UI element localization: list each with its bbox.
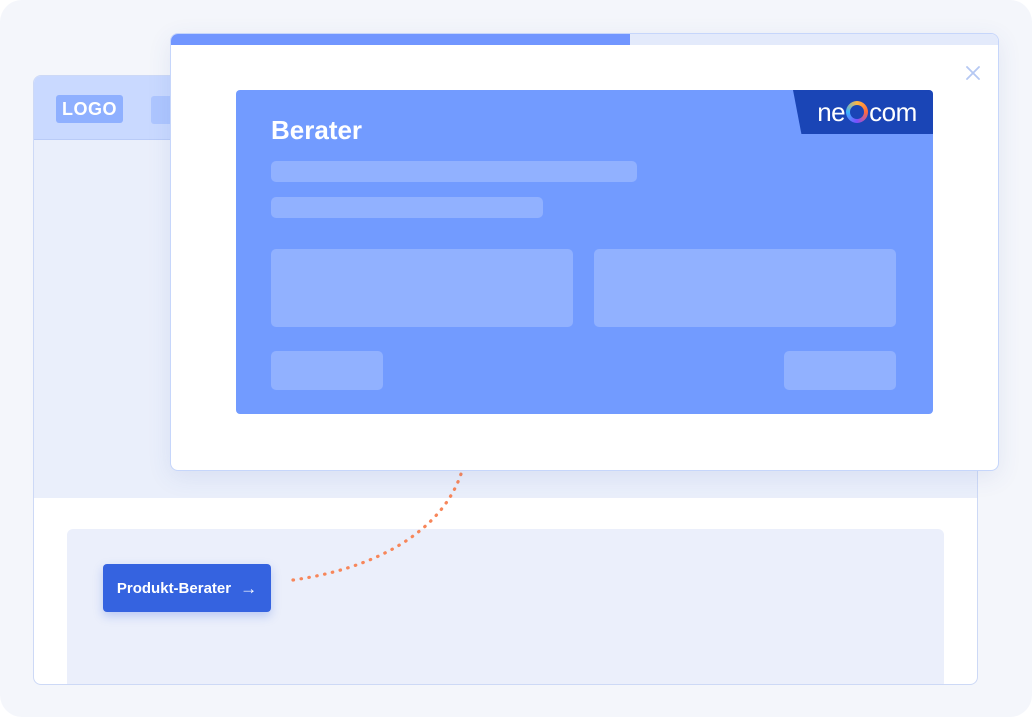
progress-bar-fill	[171, 34, 630, 45]
produkt-berater-button-label: Produkt-Berater	[116, 579, 232, 597]
option-card-placeholder[interactable]	[594, 249, 896, 327]
brand-suffix: com	[869, 96, 917, 127]
logo[interactable]: LOGO	[56, 95, 123, 123]
option-card-placeholder[interactable]	[271, 249, 573, 327]
neocom-logo: ne com	[793, 90, 933, 134]
advisor-widget: ne com Berater	[236, 90, 933, 414]
widget-title: Berater	[271, 115, 363, 145]
screenshot-canvas: LOGO Produkt-Berater → ne com Berater	[0, 0, 1032, 717]
next-button-placeholder[interactable]	[784, 351, 896, 390]
close-icon[interactable]	[962, 62, 984, 84]
brand-prefix: ne	[817, 96, 846, 127]
arrow-right-icon: →	[240, 578, 258, 598]
neocom-ring-icon	[846, 101, 869, 123]
text-line-placeholder	[271, 197, 543, 218]
text-line-placeholder	[271, 161, 637, 182]
advisor-modal: ne com Berater	[170, 33, 999, 471]
produkt-berater-button[interactable]: Produkt-Berater →	[103, 564, 271, 612]
back-button-placeholder[interactable]	[271, 351, 383, 390]
progress-bar	[171, 34, 998, 45]
